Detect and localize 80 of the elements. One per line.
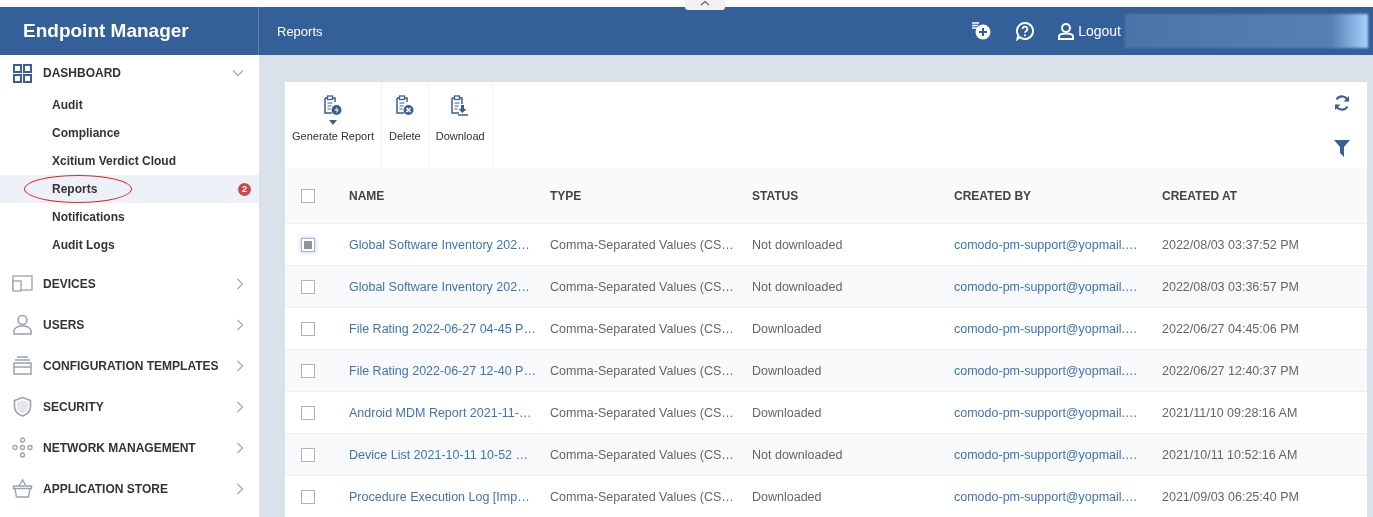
page-title: Reports (276, 22, 324, 41)
table-cell: 2021/10/11 10:52:16 AM (1162, 447, 1298, 462)
table-cell: Downloaded (752, 405, 822, 420)
grid-icon (12, 62, 33, 84)
chevron-up-icon (700, 0, 710, 7)
table-cell: Comma-Separated Values (CS… (550, 447, 734, 462)
chevron-right-icon (236, 441, 244, 454)
table-cell: Downloaded (752, 321, 822, 336)
report-link[interactable]: File Rating 2022-06-27 04-45 P… (349, 321, 536, 336)
logout-button[interactable]: Logout (1057, 22, 1121, 40)
row-checkbox[interactable] (301, 237, 315, 252)
row-checkbox[interactable] (301, 363, 315, 378)
table-cell: 2022/08/03 03:36:57 PM (1162, 279, 1299, 294)
email-link[interactable]: comodo-pm-support@yopmail.… (954, 237, 1138, 252)
table-cell: Comma-Separated Values (CS… (550, 279, 734, 294)
table-cell: Comma-Separated Values (CS… (550, 363, 734, 378)
stack-icon (12, 355, 33, 376)
basket-icon (12, 478, 33, 499)
email-link[interactable]: comodo-pm-support@yopmail.… (954, 321, 1138, 336)
chevron-right-icon (236, 318, 244, 331)
table-cell: Comma-Separated Values (CS… (550, 405, 734, 420)
column-header[interactable]: STATUS (752, 188, 799, 203)
sidebar-section[interactable]: SECURITY (0, 386, 259, 427)
sidebar-item[interactable]: Compliance (0, 119, 259, 147)
select-all-checkbox[interactable] (301, 188, 315, 203)
email-link[interactable]: comodo-pm-support@yopmail.… (954, 405, 1138, 420)
table-cell: Downloaded (752, 489, 822, 504)
column-header[interactable]: NAME (349, 188, 385, 203)
table-cell: Comma-Separated Values (CS… (550, 321, 734, 336)
report-link[interactable]: Procedure Execution Log [Imp… (349, 489, 530, 504)
sidebar-item[interactable]: Audit (0, 91, 259, 119)
column-header[interactable]: CREATED BY (954, 188, 1032, 203)
count-badge: 2 (238, 182, 251, 196)
chevron-down-icon (232, 69, 244, 77)
row-checkbox[interactable] (301, 447, 315, 462)
table-cell: Comma-Separated Values (CS… (550, 489, 734, 504)
chevron-right-icon (236, 400, 244, 413)
sidebar-item[interactable]: Reports 2 (0, 175, 259, 203)
table-cell: Comma-Separated Values (CS… (550, 237, 734, 252)
table-cell: 2021/11/10 09:28:16 AM (1162, 405, 1298, 420)
column-header[interactable]: CREATED AT (1162, 188, 1238, 203)
refresh-icon[interactable] (1333, 94, 1351, 112)
sidebar-item[interactable]: Notifications (0, 203, 259, 231)
row-checkbox[interactable] (301, 279, 315, 294)
collapse-tab[interactable] (685, 0, 725, 10)
report-lightning-icon (321, 94, 344, 117)
table-cell: Downloaded (752, 363, 822, 378)
sidebar-section[interactable]: CONFIGURATION TEMPLATES (0, 345, 259, 386)
help-icon[interactable] (1015, 21, 1036, 41)
table-cell: 2022/06/27 12:40:37 PM (1162, 363, 1299, 378)
report-link[interactable]: Global Software Inventory 202… (349, 237, 530, 252)
table-cell: 2022/08/03 03:37:52 PM (1162, 237, 1299, 252)
sidebar-item[interactable]: Xcitium Verdict Cloud (0, 147, 259, 175)
sidebar-section[interactable]: DASHBOARD (0, 55, 259, 91)
report-delete-icon (393, 94, 416, 117)
table-cell: Not downloaded (752, 447, 843, 462)
column-header[interactable]: TYPE (550, 188, 582, 203)
sidebar-item[interactable]: Audit Logs (0, 231, 259, 259)
chevron-right-icon (236, 359, 244, 372)
table-cell: 2021/09/03 06:25:40 PM (1162, 489, 1299, 504)
sidebar-section[interactable]: DEVICES (0, 263, 259, 304)
table-cell: Not downloaded (752, 279, 843, 294)
email-link[interactable]: comodo-pm-support@yopmail.… (954, 489, 1138, 504)
sidebar-section[interactable]: APPLICATION STORE (0, 468, 259, 509)
filter-icon[interactable] (1334, 140, 1350, 157)
chevron-right-icon (236, 277, 244, 290)
sidebar-section[interactable]: USERS (0, 304, 259, 345)
table-cell: 2022/06/27 04:45:06 PM (1162, 321, 1299, 336)
network-icon (12, 437, 33, 458)
user-icon (12, 314, 33, 335)
report-link[interactable]: Android MDM Report 2021-11-… (349, 405, 532, 420)
row-checkbox[interactable] (301, 489, 315, 504)
chevron-right-icon (236, 482, 244, 495)
sidebar-section[interactable]: NETWORK MANAGEMENT (0, 427, 259, 468)
row-checkbox[interactable] (301, 405, 315, 420)
row-checkbox[interactable] (301, 321, 315, 336)
table-cell: Not downloaded (752, 237, 843, 252)
devices-icon (12, 273, 33, 294)
shield-icon (12, 396, 33, 417)
user-icon (1057, 22, 1076, 40)
